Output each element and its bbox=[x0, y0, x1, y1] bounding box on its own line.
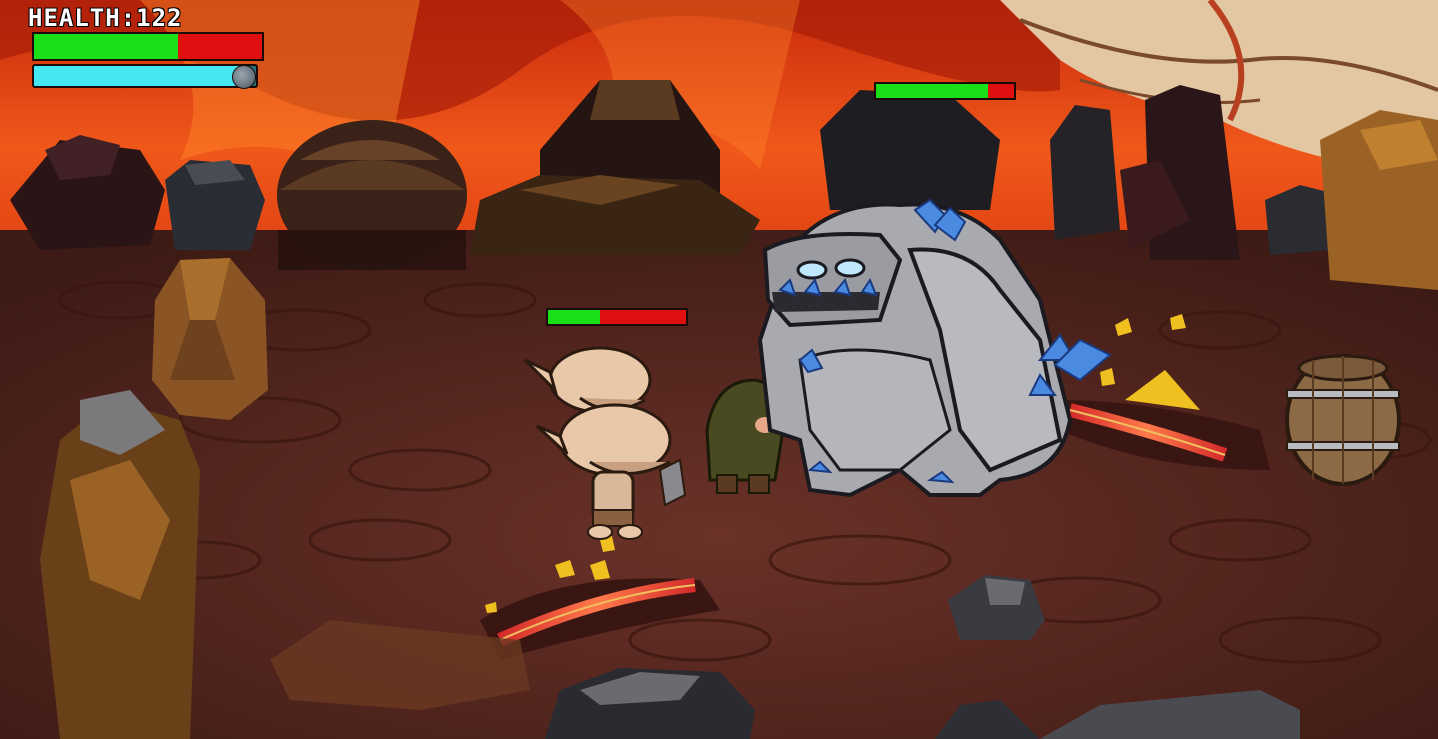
goblin-health-bar bbox=[546, 308, 688, 326]
health-value: 122 bbox=[136, 4, 183, 32]
foreground-rock-left bbox=[40, 390, 200, 739]
health-label: HEALTH: bbox=[28, 4, 137, 32]
player-health-fill bbox=[34, 34, 178, 59]
player-health-bar bbox=[32, 32, 264, 61]
barrel bbox=[1285, 354, 1401, 486]
health-readout: HEALTH:122 bbox=[28, 4, 183, 32]
player-mana-fill bbox=[34, 66, 248, 86]
player-mana-bar bbox=[32, 64, 258, 88]
golem-health-fill bbox=[876, 84, 988, 98]
boulder-round bbox=[277, 120, 467, 270]
mana-orb-icon bbox=[232, 65, 256, 89]
golem-health-bar bbox=[874, 82, 1016, 100]
game-scene bbox=[0, 0, 1438, 739]
goblin-health-fill bbox=[548, 310, 601, 324]
